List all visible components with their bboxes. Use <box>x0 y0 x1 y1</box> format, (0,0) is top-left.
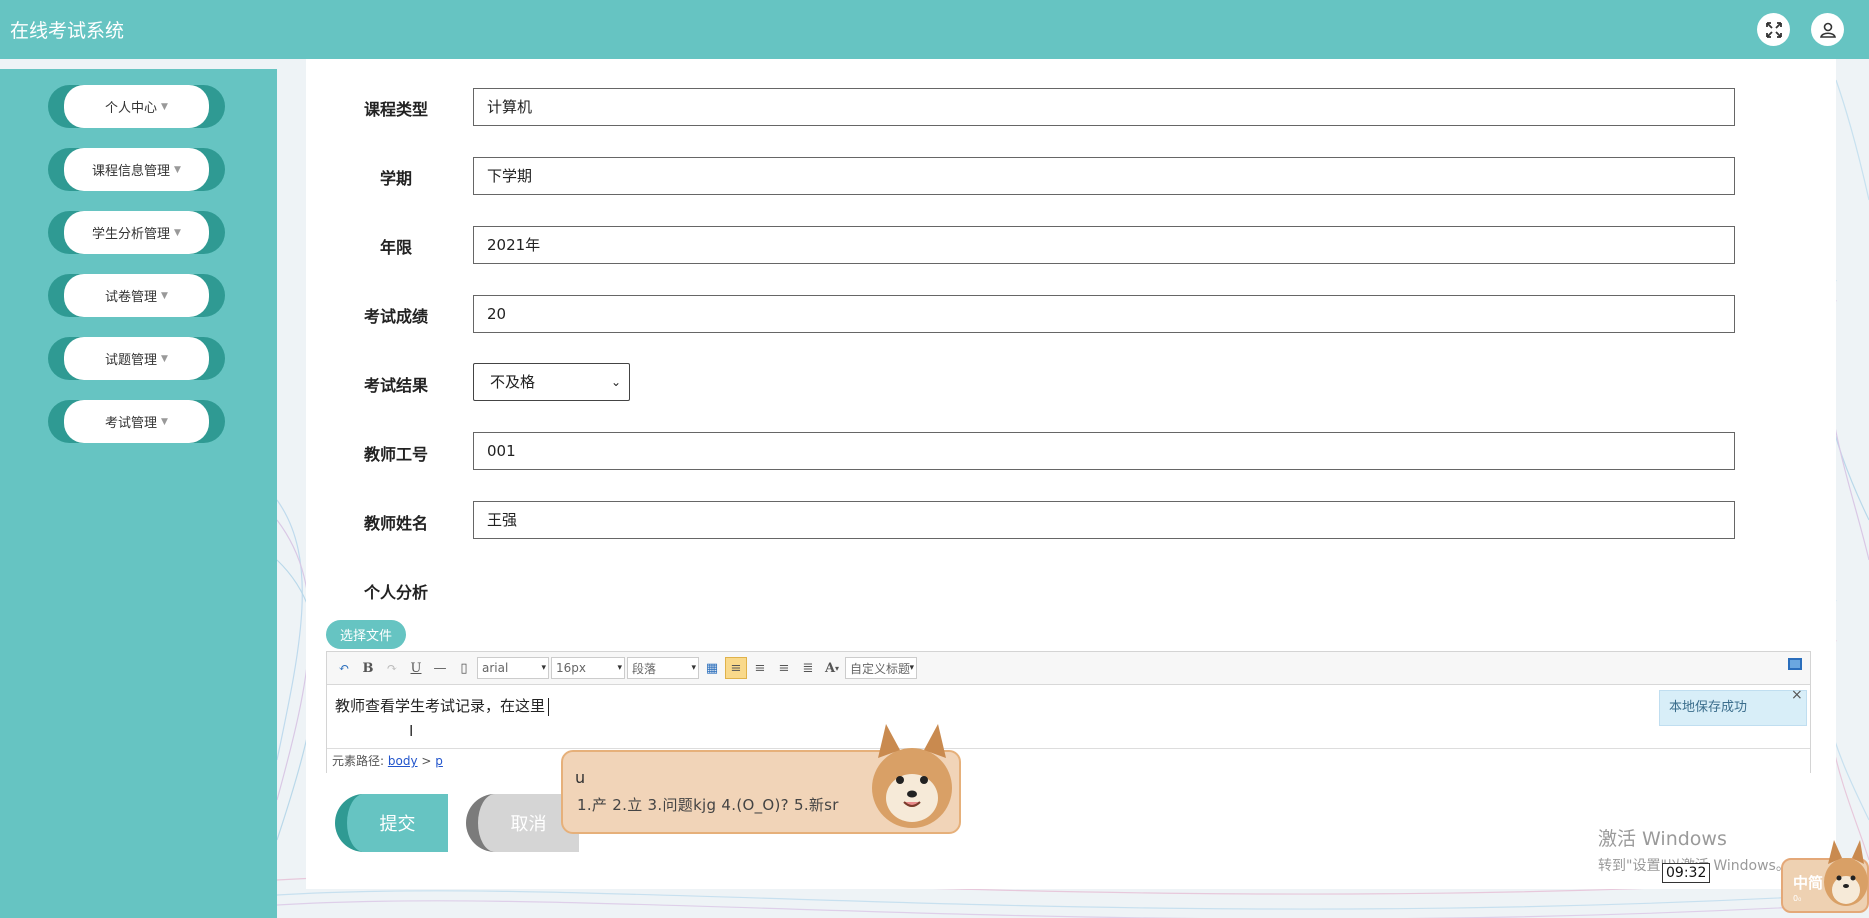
exam-result-value: 不及格 <box>490 373 536 391</box>
sidebar-item-papers[interactable]: 试卷管理 ▼ <box>48 274 225 317</box>
path-p-link[interactable]: p <box>435 754 443 768</box>
exam-result-label: 考试结果 <box>364 376 429 395</box>
caret-down-icon: ▼ <box>161 353 168 364</box>
exam-score-label: 考试成绩 <box>364 307 429 326</box>
teacher-id-label: 教师工号 <box>364 445 429 464</box>
sidebar-item-label: 个人中心 <box>105 101 158 116</box>
exam-score-input[interactable]: 20 <box>473 295 1735 333</box>
sidebar-item-questions[interactable]: 试题管理 ▼ <box>48 337 225 380</box>
path-body-link[interactable]: body <box>388 754 418 768</box>
document-icon[interactable]: ▯ <box>453 657 475 679</box>
align-right-icon[interactable]: ≡ <box>749 657 771 679</box>
caret-down-icon: ▼ <box>161 101 168 112</box>
sidebar-item-label: 试卷管理 <box>105 290 158 305</box>
sidebar-item-student-analysis[interactable]: 学生分析管理 ▼ <box>48 211 225 254</box>
user-icon[interactable] <box>1811 13 1844 46</box>
sidebar: 个人中心 ▼ 课程信息管理 ▼ 学生分析管理 ▼ 试卷管理 ▼ 试题管理 ▼ 考试管理 ▼ <box>0 69 277 918</box>
custom-title-select[interactable]: 自定义标题 <box>845 657 917 679</box>
path-separator: > <box>421 754 432 768</box>
semester-input[interactable]: 下学期 <box>473 157 1735 195</box>
ime-composition: u <box>575 768 586 787</box>
save-toast: 本地保存成功 <box>1659 690 1807 726</box>
activation-title: 激活 Windows <box>1598 828 1727 850</box>
sidebar-item-label: 学生分析管理 <box>92 227 171 242</box>
teacher-name-label: 教师姓名 <box>364 514 429 533</box>
horizontal-rule-icon[interactable]: — <box>429 657 451 679</box>
underline-icon[interactable]: U <box>405 657 427 679</box>
year-input[interactable]: 2021年 <box>473 226 1735 264</box>
paragraph-select[interactable]: 段落 <box>627 657 699 679</box>
submit-button[interactable]: 提交 <box>335 794 448 852</box>
course-type-input[interactable]: 计算机 <box>473 88 1735 126</box>
preview-icon[interactable] <box>1788 658 1802 670</box>
sidebar-item-personal-center[interactable]: 个人中心 ▼ <box>48 85 225 128</box>
close-icon[interactable]: × <box>1791 687 1803 703</box>
font-family-select[interactable]: arial <box>477 657 549 679</box>
mouse-ibeam-cursor: I <box>409 722 414 740</box>
shiba-dog-image <box>872 724 952 828</box>
teacher-name-input[interactable]: 王强 <box>473 501 1735 539</box>
shiba-dog-small-image <box>1824 840 1868 906</box>
align-left-icon[interactable]: ≡ <box>725 657 747 679</box>
sidebar-item-exams[interactable]: 考试管理 ▼ <box>48 400 225 443</box>
sidebar-item-label: 考试管理 <box>105 416 158 431</box>
align-justify-icon[interactable]: ≣ <box>797 657 819 679</box>
font-color-icon[interactable]: A ▾ <box>821 657 843 679</box>
text-cursor <box>548 697 550 716</box>
clock-tooltip: 09:32 <box>1662 863 1711 883</box>
course-type-label: 课程类型 <box>364 100 429 119</box>
personal-analysis-label: 个人分析 <box>364 583 429 602</box>
fullscreen-icon[interactable] <box>1757 13 1790 46</box>
semester-label: 学期 <box>380 169 413 188</box>
undo-icon[interactable]: ↶ <box>333 657 355 679</box>
caret-down-icon: ▼ <box>161 290 168 301</box>
table-icon[interactable]: ▦ <box>701 657 723 679</box>
editor-content[interactable]: 教师查看学生考试记录，在这里 <box>335 695 550 716</box>
choose-file-button[interactable]: 选择文件 <box>326 620 406 649</box>
sidebar-item-course-info[interactable]: 课程信息管理 ▼ <box>48 148 225 191</box>
caret-down-icon: ▼ <box>174 227 181 238</box>
exam-result-select[interactable]: 不及格 ⌄ <box>473 363 630 401</box>
rich-text-editor: ↶ B ↷ U — ▯ arial 16px 段落 ▦ ≡ ≡ ≡ ≣ A▾ 自… <box>326 651 1811 773</box>
sidebar-item-label: 试题管理 <box>105 353 158 368</box>
caret-down-icon: ▼ <box>161 416 168 427</box>
sidebar-item-label: 课程信息管理 <box>92 164 171 179</box>
editor-text: 教师查看学生考试记录，在这里 <box>335 697 546 715</box>
year-label: 年限 <box>380 238 413 257</box>
element-path: 元素路径: body > p <box>327 748 1810 773</box>
caret-down-icon: ▼ <box>174 164 181 175</box>
ime-mode-subtext: 0₀ <box>1793 894 1802 903</box>
element-path-label: 元素路径: <box>332 754 385 768</box>
font-size-select[interactable]: 16px <box>551 657 625 679</box>
teacher-id-input[interactable]: 001 <box>473 432 1735 470</box>
editor-toolbar: ↶ B ↷ U — ▯ arial 16px 段落 ▦ ≡ ≡ ≡ ≣ A▾ 自… <box>327 652 1810 685</box>
ime-candidate-list[interactable]: 1.产 2.立 3.问题kjg 4.(O_O)? 5.新sr <box>577 794 839 815</box>
redo-icon[interactable]: ↷ <box>381 657 403 679</box>
chevron-down-icon: ⌄ <box>610 375 621 389</box>
app-title: 在线考试系统 <box>10 20 125 42</box>
align-center-icon[interactable]: ≡ <box>773 657 795 679</box>
top-bar: 在线考试系统 <box>0 0 1869 59</box>
bold-icon[interactable]: B <box>357 657 379 679</box>
